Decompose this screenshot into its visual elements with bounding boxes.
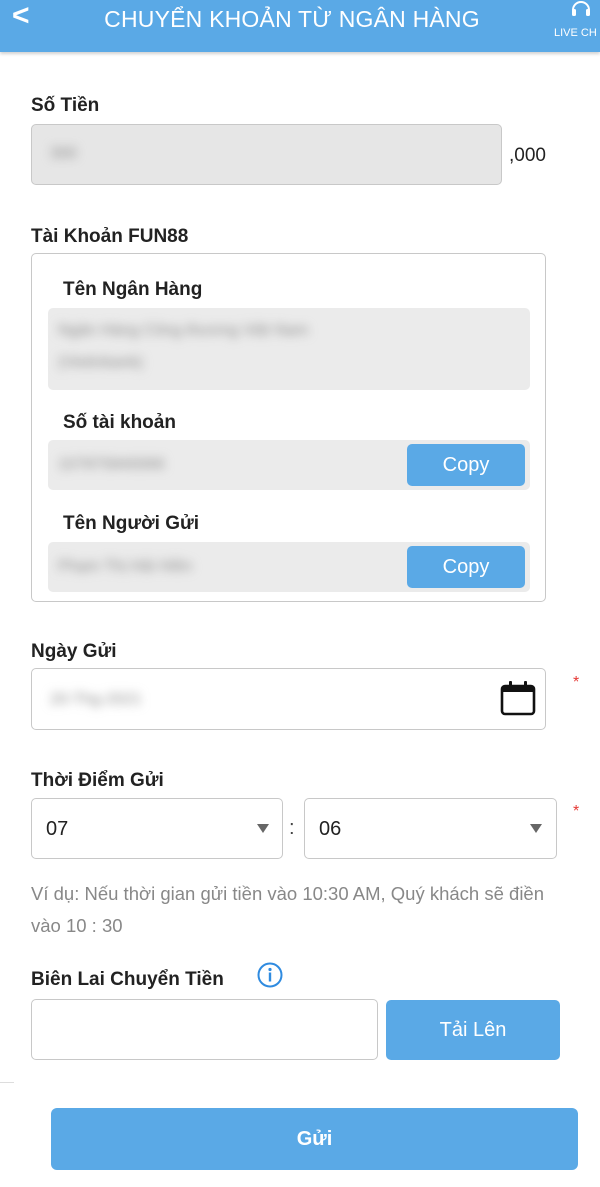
copy-sender-name-button[interactable]: Copy [407,546,525,588]
account-number-box: 107875840066 Copy [48,440,530,490]
sender-name-label: Tên Người Gửi [63,513,200,534]
date-label: Ngày Gửi [31,641,117,662]
bank-name-label: Tên Ngân Hàng [63,279,203,300]
date-required-mark: * [573,674,580,691]
amount-input[interactable]: 300 [31,124,502,185]
minute-value: 06 [319,818,342,840]
upload-button[interactable]: Tải Lên [386,1000,560,1060]
headset-icon [572,1,590,16]
info-icon[interactable] [257,962,283,988]
hour-select[interactable]: 07 [31,798,283,859]
top-bar: < CHUYỂN KHOẢN TỪ NGÂN HÀNG LIVE CH [0,0,600,52]
hour-value: 07 [46,818,69,840]
bank-name-line2: (Vietinbank) [58,354,144,371]
account-section-title: Tài Khoản FUN88 [31,226,189,247]
time-required-mark: * [573,803,580,820]
sender-name-box: Phạm Thị Hải Hiền Copy [48,542,530,592]
time-label: Thời Điểm Gửi [31,770,164,791]
minute-dropdown-icon [530,824,542,833]
date-value: 20-Thg-2021 [50,691,142,708]
amount-label: Số Tiền [31,95,100,116]
account-card: Tên Ngân Hàng Ngân Hàng Công thương Việt… [31,253,546,602]
sender-name-value: Phạm Thị Hải Hiền [58,558,192,575]
date-input[interactable]: 20-Thg-2021 [31,668,546,730]
receipt-label: Biên Lai Chuyển Tiền [31,969,224,990]
live-chat-label: LIVE CH [554,27,597,39]
amount-suffix: ,000 [509,145,546,166]
account-number-value: 107875840066 [58,456,165,473]
account-number-label: Số tài khoản [63,412,176,433]
amount-value: 300 [50,145,77,162]
live-chat-button[interactable]: LIVE CH [548,0,600,52]
submit-button[interactable]: Gửi [51,1108,578,1170]
divider [0,1082,14,1083]
minute-select[interactable]: 06 [304,798,557,859]
time-hint: Ví dụ: Nếu thời gian gửi tiền vào 10:30 … [31,883,545,936]
hour-dropdown-icon [257,824,269,833]
copy-account-number-button[interactable]: Copy [407,444,525,486]
time-separator: : [289,817,295,839]
page-title: CHUYỂN KHOẢN TỪ NGÂN HÀNG [104,6,480,32]
bank-name-line1: Ngân Hàng Công thương Việt Nam [58,322,309,339]
calendar-icon[interactable] [500,680,536,716]
bank-name-box: Ngân Hàng Công thương Việt Nam (Vietinba… [48,308,530,390]
receipt-file-input[interactable] [31,999,378,1060]
